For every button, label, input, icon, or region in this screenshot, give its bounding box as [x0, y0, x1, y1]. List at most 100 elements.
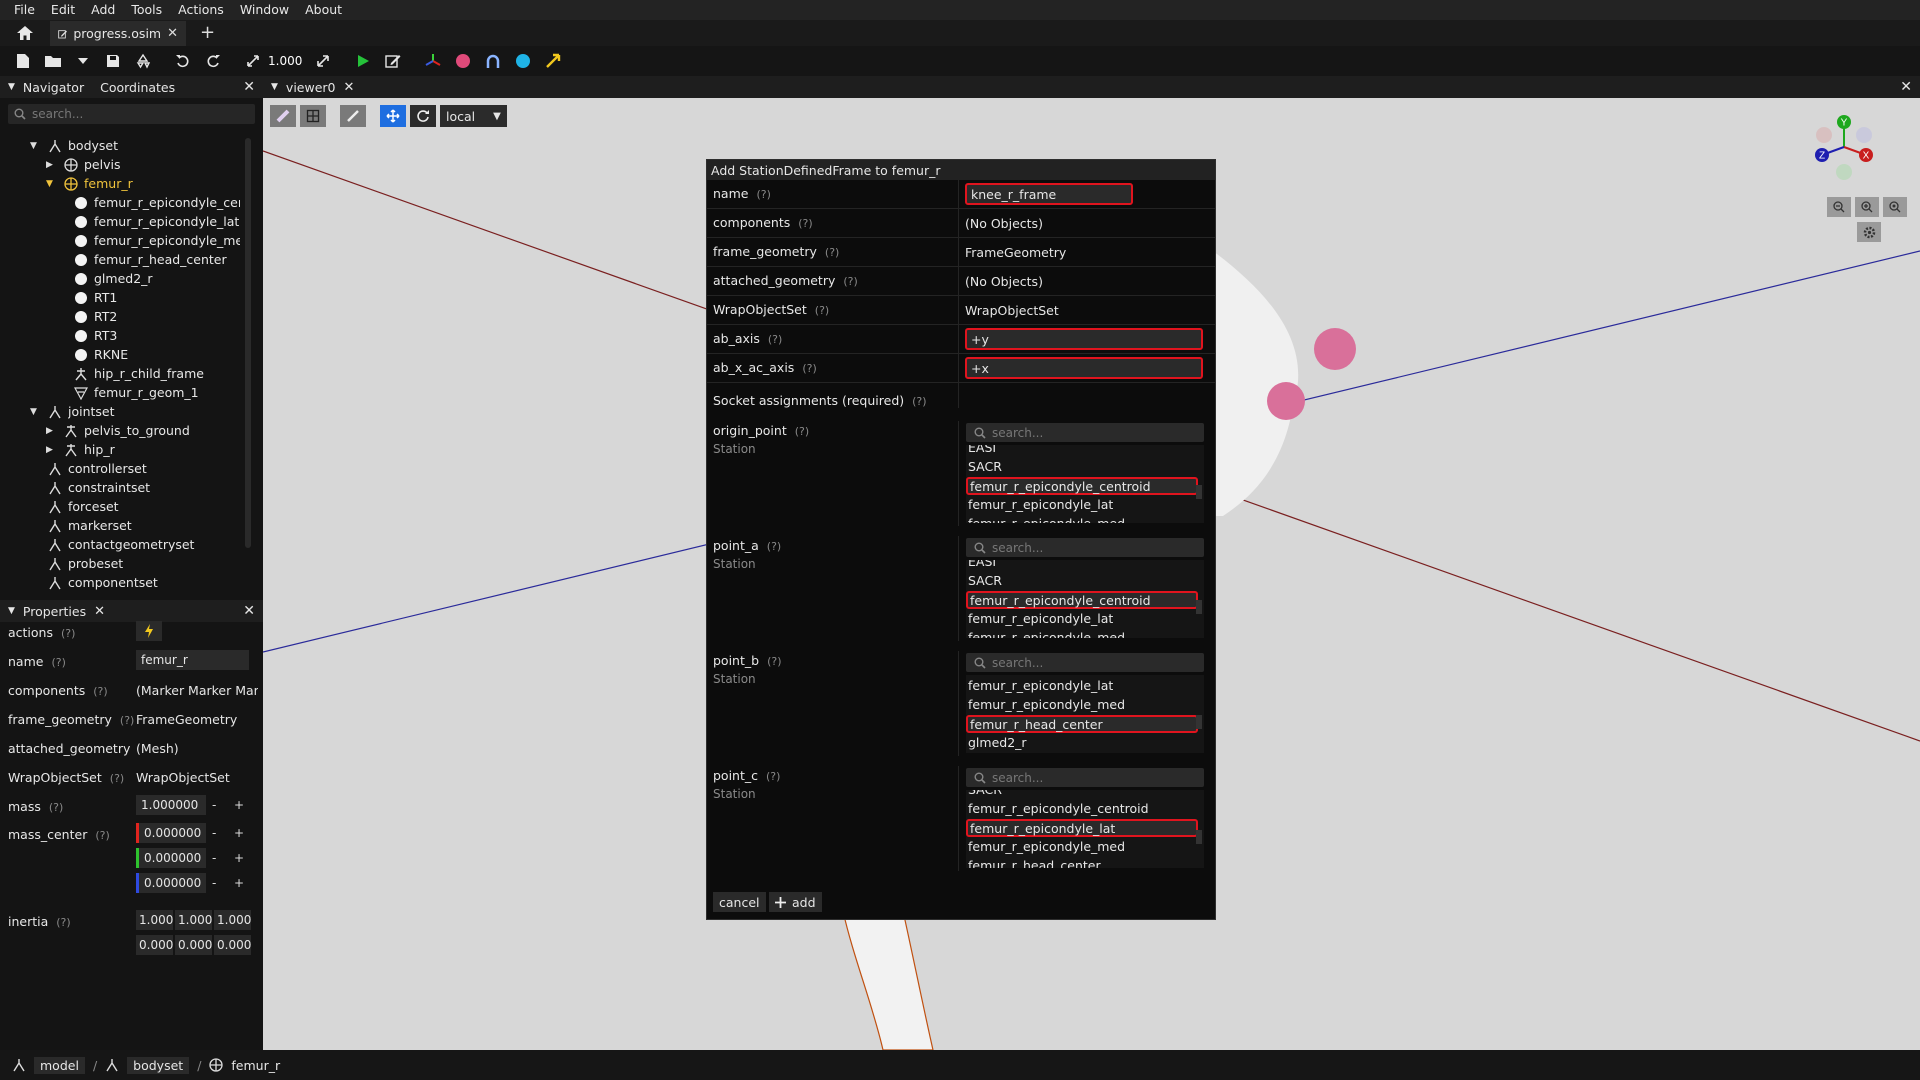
socket-option[interactable]: femur_r_epicondyle_lat [966, 677, 1113, 695]
menu-tools[interactable]: Tools [123, 0, 170, 20]
chevron-down-icon[interactable]: ▼ [30, 407, 40, 417]
mass-center-x-field[interactable]: 0.000000 [136, 823, 206, 843]
open-dropdown-button[interactable] [70, 49, 96, 73]
tree-item[interactable]: femur_r_epicondyle_lat [0, 212, 245, 231]
list-scrollbar[interactable] [1196, 485, 1202, 499]
add-joint-button[interactable] [480, 49, 506, 73]
ab-axis-input[interactable]: +y [965, 328, 1203, 350]
socket-option[interactable]: femur_r_epicondyle_med [966, 838, 1125, 856]
new-file-button[interactable] [10, 49, 36, 73]
inertia-yz-field[interactable]: 0.000 [214, 935, 251, 955]
orientation-gizmo[interactable]: Y X Z [1809, 112, 1879, 182]
tree-item[interactable]: RT3 [0, 326, 245, 345]
autofocus-button[interactable] [1883, 197, 1907, 217]
tree-scrollbar[interactable] [245, 138, 251, 548]
mass-field[interactable]: 1.000000 [136, 795, 206, 815]
mc-x-decrement[interactable]: - [212, 826, 216, 840]
undo-button[interactable] [170, 49, 196, 73]
socket-option[interactable]: femur_r_head_center [966, 715, 1198, 733]
tree-item[interactable]: hip_r_child_frame [0, 364, 245, 383]
tree-item[interactable]: ▼ femur_r [0, 174, 245, 193]
add-force-button[interactable] [540, 49, 566, 73]
mass-decrement[interactable]: - [212, 798, 216, 812]
tree-item[interactable]: markerset [0, 516, 245, 535]
measure-button[interactable] [270, 105, 296, 127]
chevron-right-icon[interactable]: ▶ [46, 445, 56, 455]
chevron-right-icon[interactable]: ▶ [46, 426, 56, 436]
socket-option[interactable]: femur_r_epicondyle_lat [966, 610, 1113, 628]
chevron-down-icon[interactable]: ▼ [46, 179, 56, 189]
socket-option[interactable]: SACR [966, 572, 1002, 590]
point-b-search-input[interactable]: search... [966, 653, 1204, 672]
add-button[interactable]: add [769, 892, 822, 912]
breadcrumb-femur-r[interactable]: femur_r [231, 1058, 280, 1073]
point-c-options-list[interactable]: SACRfemur_r_epicondyle_centroidfemur_r_e… [966, 790, 1204, 868]
name-input[interactable]: knee_r_frame [965, 183, 1133, 205]
mc-z-increment[interactable]: + [234, 876, 244, 890]
tree-item[interactable]: RKNE [0, 345, 245, 364]
origin-point-search-input[interactable]: search... [966, 423, 1204, 442]
mass-center-y-field[interactable]: 0.000000 [136, 848, 206, 868]
mass-center-z-field[interactable]: 0.000000 [136, 873, 206, 893]
close-panel-icon[interactable]: ✕ [243, 603, 255, 619]
inertia-xz-field[interactable]: 0.000 [175, 935, 212, 955]
close-viewer-icon[interactable]: ✕ [1900, 79, 1912, 95]
menu-about[interactable]: About [297, 0, 350, 20]
tree-item[interactable]: probeset [0, 554, 245, 573]
tree-item[interactable]: forceset [0, 497, 245, 516]
socket-option[interactable]: EASI [966, 560, 996, 571]
tab-progress-osim[interactable]: progress.osim ✕ [50, 21, 186, 46]
tree-item[interactable]: glmed2_r [0, 269, 245, 288]
mass-increment[interactable]: + [234, 798, 244, 812]
tree-item[interactable]: femur_r_epicondyle_med [0, 231, 245, 250]
breadcrumb-model[interactable]: model [34, 1056, 85, 1074]
close-icon[interactable]: ✕ [94, 604, 105, 619]
tree-item[interactable]: RT2 [0, 307, 245, 326]
menu-actions[interactable]: Actions [170, 0, 232, 20]
collapse-icon[interactable]: ▼ [8, 82, 15, 92]
redo-button[interactable] [200, 49, 226, 73]
new-tab-button[interactable]: + [200, 22, 215, 43]
breadcrumb-bodyset[interactable]: bodyset [127, 1056, 190, 1074]
navigator-tab[interactable]: Navigator [23, 80, 84, 95]
frame-mode-dropdown[interactable]: local ▼ [440, 105, 507, 127]
tree-item[interactable]: femur_r_head_center [0, 250, 245, 269]
translate-button[interactable] [380, 105, 406, 127]
viewer-settings-button[interactable] [1857, 222, 1881, 242]
list-scrollbar[interactable] [1196, 715, 1202, 729]
scale-value[interactable]: 1.000 [268, 54, 302, 68]
edit-button[interactable] [380, 49, 406, 73]
socket-option[interactable]: femur_r_epicondyle_med [966, 629, 1125, 638]
point-c-search-input[interactable]: search... [966, 768, 1204, 787]
tree-item[interactable]: componentset [0, 573, 245, 592]
socket-option[interactable]: femur_r_epicondyle_med [966, 515, 1125, 523]
open-folder-button[interactable] [40, 49, 66, 73]
actions-button[interactable] [136, 621, 162, 641]
chevron-down-icon[interactable]: ▼ [30, 141, 40, 151]
play-button[interactable] [350, 49, 376, 73]
socket-option[interactable]: EASI [966, 445, 996, 457]
viewer-tab[interactable]: viewer0 [286, 80, 336, 95]
close-icon[interactable]: ✕ [167, 26, 178, 41]
menu-window[interactable]: Window [232, 0, 297, 20]
navigator-search-input[interactable]: search... [8, 104, 255, 124]
collapse-icon[interactable]: ▼ [271, 82, 278, 92]
mc-y-increment[interactable]: + [234, 851, 244, 865]
list-scrollbar[interactable] [1196, 600, 1202, 614]
list-scrollbar[interactable] [1196, 830, 1202, 844]
point-b-options-list[interactable]: femur_r_epicondyle_lat femur_r_epicondyle… [966, 675, 1204, 753]
socket-option[interactable]: femur_r_epicondyle_centroid [966, 477, 1198, 495]
scale-button[interactable] [240, 49, 266, 73]
add-body-button[interactable] [450, 49, 476, 73]
collapse-icon[interactable]: ▼ [8, 606, 15, 616]
grid-button[interactable] [300, 105, 326, 127]
socket-option[interactable]: femur_r_epicondyle_centroid [966, 800, 1149, 818]
socket-option[interactable]: femur_r_epicondyle_lat [966, 496, 1113, 514]
menu-add[interactable]: Add [83, 0, 123, 20]
menu-file[interactable]: File [6, 0, 43, 20]
socket-option[interactable]: femur_r_epicondyle_med [966, 696, 1125, 714]
tree-item[interactable]: ▼ bodyset [0, 136, 245, 155]
mc-z-decrement[interactable]: - [212, 876, 216, 890]
inertia-zz-field[interactable]: 1.000 [214, 910, 251, 930]
save-button[interactable] [100, 49, 126, 73]
